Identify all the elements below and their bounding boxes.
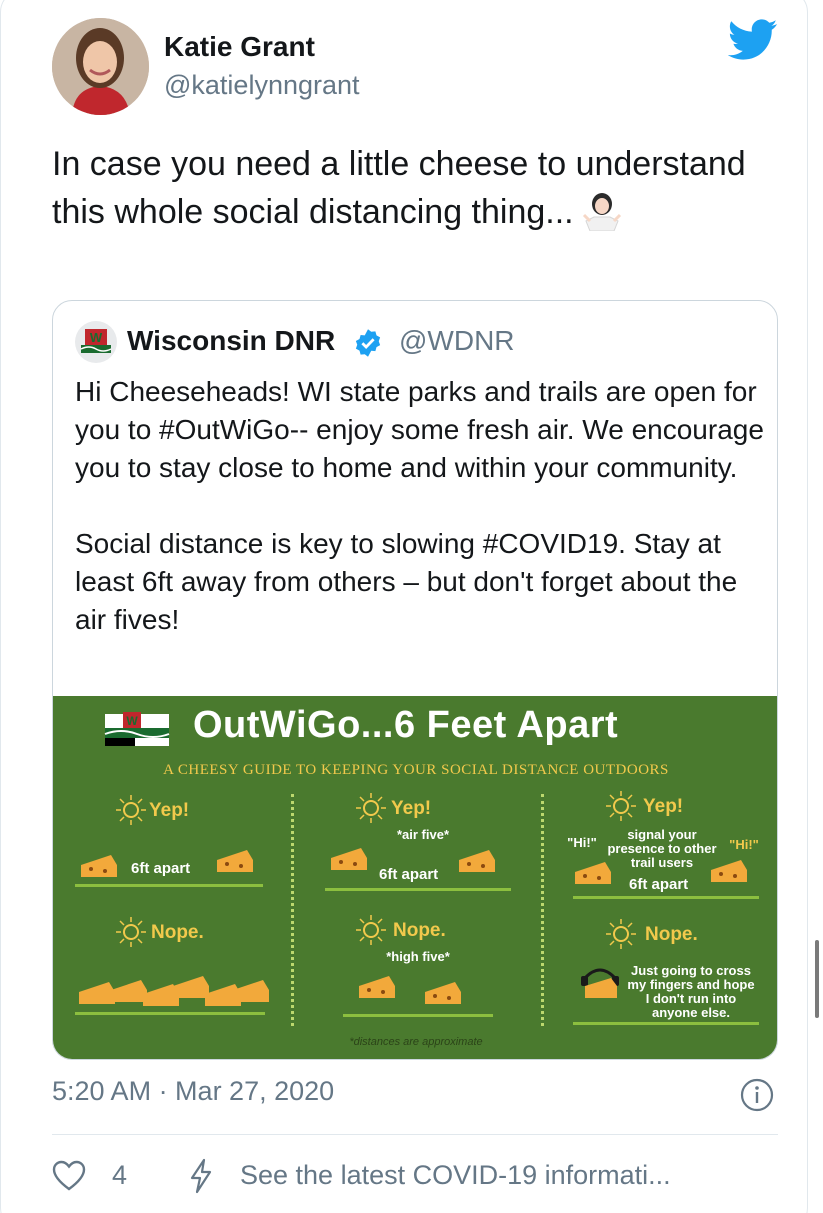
sun-icon <box>606 919 636 949</box>
cheese-character-icon <box>331 848 367 870</box>
sun-icon <box>356 793 386 823</box>
cheese-character-icon <box>217 850 253 872</box>
verified-badge-icon <box>355 329 381 357</box>
tweet-timestamp[interactable]: 5:20 AM · Mar 27, 2020 <box>52 1076 334 1107</box>
hi-left-label: "Hi!" <box>567 835 597 850</box>
distance-label: 6ft apart <box>629 876 689 893</box>
author-avatar[interactable] <box>52 18 149 115</box>
nope-label: Nope. <box>645 924 698 945</box>
cheese-character-icon <box>575 862 611 884</box>
sun-icon <box>116 917 146 947</box>
woman-shrugging-icon <box>582 193 621 231</box>
cheese-character-icon <box>233 980 269 1002</box>
author-name[interactable]: Katie Grant <box>164 31 315 63</box>
nope-label: Nope. <box>151 922 204 943</box>
distances-footnote: *distances are approximate <box>349 1036 483 1048</box>
cheese-character-icon <box>425 982 461 1004</box>
info-icon[interactable] <box>740 1078 774 1112</box>
quoted-author-handle[interactable]: @WDNR <box>399 325 515 357</box>
tweet-text: In case you need a little cheese to unde… <box>52 140 772 236</box>
infographic-title: OutWiGo...6 Feet Apart <box>193 704 619 746</box>
column-divider <box>291 794 294 1026</box>
heart-icon[interactable] <box>52 1160 86 1192</box>
hi-right-label: "Hi!" <box>729 837 759 852</box>
cross-fingers-caption: Just going to cross my fingers and hope … <box>627 963 755 1020</box>
svg-text:W: W <box>126 714 138 728</box>
high-five-caption: *high five* <box>386 949 450 964</box>
svg-text:W: W <box>90 330 103 345</box>
signal-presence-caption: signal your presence to other trail user… <box>607 827 717 870</box>
wdnr-logo-icon: W <box>104 712 170 746</box>
grass-line <box>573 896 759 899</box>
cheese-character-icon <box>81 855 117 877</box>
wdnr-avatar[interactable]: W <box>75 321 117 363</box>
grass-line <box>75 1012 265 1015</box>
quoted-tweet-text: Hi Cheeseheads! WI state parks and trail… <box>75 376 764 635</box>
author-handle[interactable]: @katielynngrant <box>164 70 360 101</box>
column-divider <box>541 794 544 1026</box>
air-five-caption: *air five* <box>396 827 450 842</box>
infographic-subtitle: A CHEESY GUIDE TO KEEPING YOUR SOCIAL DI… <box>163 762 669 778</box>
sun-icon <box>116 795 146 825</box>
social-distancing-infographic[interactable]: W OutWiGo...6 Feet Apart A CHEESY GUIDE … <box>53 696 777 1059</box>
cheese-character-icon <box>459 850 495 872</box>
lightning-bolt-icon[interactable] <box>186 1158 216 1194</box>
nope-label: Nope. <box>393 920 446 941</box>
tweet-body: In case you need a little cheese to unde… <box>52 145 756 231</box>
yep-label: Yep! <box>391 798 432 819</box>
distance-label: 6ft apart <box>379 866 439 883</box>
quoted-author-name[interactable]: Wisconsin DNR <box>127 325 335 357</box>
sun-icon <box>606 791 636 821</box>
scrollbar[interactable] <box>815 940 819 1018</box>
sun-icon <box>356 915 386 945</box>
cheese-character-icon <box>359 976 395 998</box>
twitter-bird-icon[interactable] <box>728 18 778 62</box>
yep-label: Yep! <box>149 800 190 821</box>
grass-line <box>573 1022 759 1025</box>
grass-line <box>343 1014 493 1017</box>
like-count[interactable]: 4 <box>112 1160 127 1191</box>
yep-label: Yep! <box>643 796 684 817</box>
quoted-tweet[interactable]: W Wisconsin DNR @WDNR Hi Cheeseheads! WI… <box>52 300 778 1060</box>
distance-label: 6ft apart <box>131 860 191 877</box>
covid-info-link[interactable]: See the latest COVID-19 informati... <box>240 1160 671 1191</box>
action-divider <box>52 1134 778 1135</box>
grass-line <box>75 884 263 887</box>
cheese-character-icon <box>711 860 747 882</box>
grass-line <box>325 888 511 891</box>
cheese-headphones-icon <box>581 968 619 998</box>
